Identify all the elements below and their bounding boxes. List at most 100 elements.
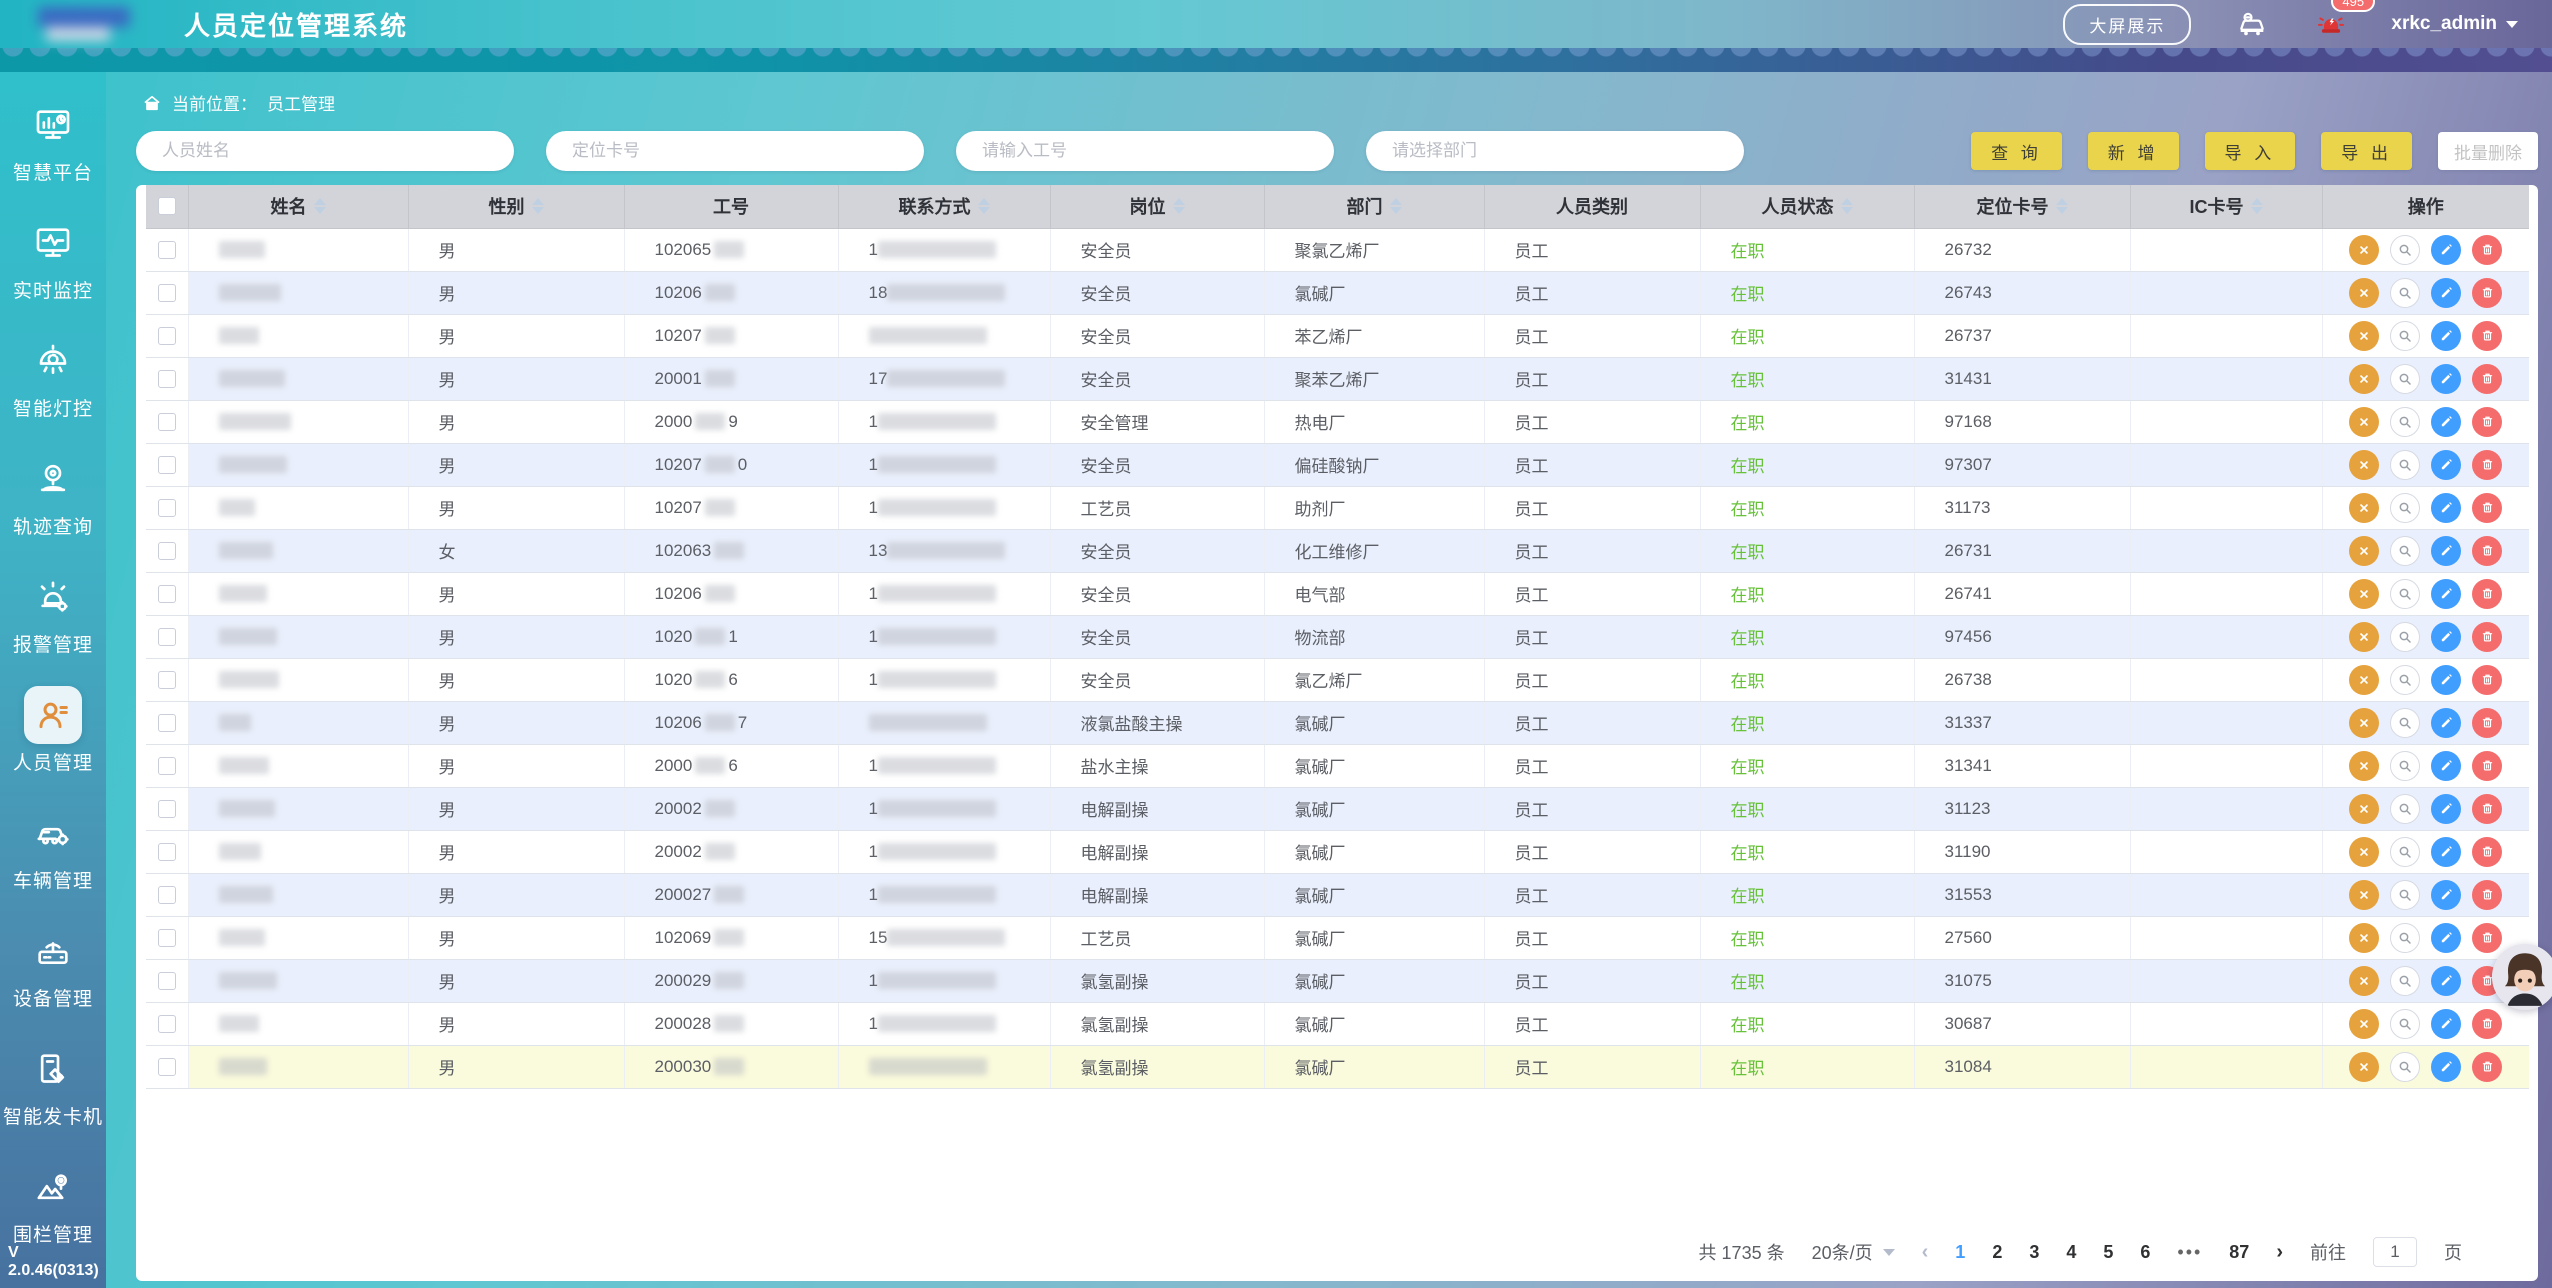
row-checkbox[interactable] xyxy=(158,1058,176,1076)
big-screen-button[interactable]: 大屏展示 xyxy=(2063,4,2191,45)
delete-button delete-icon[interactable] xyxy=(2472,837,2502,867)
disable-button close-icon[interactable] xyxy=(2349,407,2379,437)
table-row[interactable]: 男 20001 17 安全员 聚苯乙烯厂 员工 在职 31431 xyxy=(146,357,2529,400)
row-checkbox[interactable] xyxy=(158,327,176,345)
view-button search-icon[interactable] xyxy=(2390,1009,2420,1039)
view-button search-icon[interactable] xyxy=(2390,536,2420,566)
table-row[interactable]: 男 10201 1 安全员 物流部 员工 在职 97456 xyxy=(146,615,2529,658)
edit-button edit-icon[interactable] xyxy=(2431,235,2461,265)
disable-button close-icon[interactable] xyxy=(2349,1052,2379,1082)
sidebar-item-智能发卡机[interactable]: 智能发卡机 xyxy=(0,1040,106,1129)
assistant-avatar[interactable] xyxy=(2492,944,2552,1010)
sort-icon[interactable] xyxy=(2056,198,2068,214)
disable-button close-icon[interactable] xyxy=(2349,278,2379,308)
sidebar-item-智能灯控[interactable]: 智能灯控 xyxy=(0,332,106,421)
disable-button close-icon[interactable] xyxy=(2349,708,2379,738)
disable-button close-icon[interactable] xyxy=(2349,622,2379,652)
edit-button edit-icon[interactable] xyxy=(2431,837,2461,867)
column-header-性别[interactable]: 性别 xyxy=(408,185,624,228)
sidebar-item-智慧平台[interactable]: 智慧平台 xyxy=(0,96,106,185)
disable-button close-icon[interactable] xyxy=(2349,450,2379,480)
add-button[interactable]: 新 增 xyxy=(2088,132,2179,170)
disable-button close-icon[interactable] xyxy=(2349,966,2379,996)
delete-button delete-icon[interactable] xyxy=(2472,923,2502,953)
next-page-button[interactable]: › xyxy=(2276,1241,2283,1264)
view-button search-icon[interactable] xyxy=(2390,450,2420,480)
table-row[interactable]: 男 10206 1 安全员 电气部 员工 在职 26741 xyxy=(146,572,2529,615)
delete-button delete-icon[interactable] xyxy=(2472,235,2502,265)
page-number-87[interactable]: 87 xyxy=(2229,1242,2249,1263)
delete-button delete-icon[interactable] xyxy=(2472,450,2502,480)
goto-page-input[interactable] xyxy=(2373,1237,2417,1267)
work-id-input[interactable] xyxy=(956,131,1334,171)
row-checkbox[interactable] xyxy=(158,972,176,990)
row-checkbox[interactable] xyxy=(158,585,176,603)
sort-icon[interactable] xyxy=(978,198,990,214)
delete-button delete-icon[interactable] xyxy=(2472,278,2502,308)
view-button search-icon[interactable] xyxy=(2390,407,2420,437)
delete-button delete-icon[interactable] xyxy=(2472,622,2502,652)
table-row[interactable]: 男 10206 1 安全员 氯乙烯厂 员工 在职 26738 xyxy=(146,658,2529,701)
view-button search-icon[interactable] xyxy=(2390,1052,2420,1082)
sort-icon[interactable] xyxy=(1841,198,1853,214)
per-page-select[interactable]: 20条/页 xyxy=(1812,1239,1895,1265)
column-header-人员状态[interactable]: 人员状态 xyxy=(1700,185,1914,228)
page-number-1[interactable]: 1 xyxy=(1955,1242,1965,1263)
row-checkbox[interactable] xyxy=(158,843,176,861)
view-button search-icon[interactable] xyxy=(2390,794,2420,824)
view-button search-icon[interactable] xyxy=(2390,235,2420,265)
row-checkbox[interactable] xyxy=(158,628,176,646)
delete-button delete-icon[interactable] xyxy=(2472,1052,2502,1082)
page-number-5[interactable]: 5 xyxy=(2103,1242,2113,1263)
edit-button edit-icon[interactable] xyxy=(2431,923,2461,953)
row-checkbox[interactable] xyxy=(158,241,176,259)
edit-button edit-icon[interactable] xyxy=(2431,321,2461,351)
delete-button delete-icon[interactable] xyxy=(2472,794,2502,824)
view-button search-icon[interactable] xyxy=(2390,665,2420,695)
disable-button close-icon[interactable] xyxy=(2349,321,2379,351)
sidebar-item-车辆管理[interactable]: 车辆管理 xyxy=(0,804,106,893)
table-row[interactable]: 女 102063 13 安全员 化工维修厂 员工 在职 26731 xyxy=(146,529,2529,572)
disable-button close-icon[interactable] xyxy=(2349,1009,2379,1039)
disable-button close-icon[interactable] xyxy=(2349,579,2379,609)
disable-button close-icon[interactable] xyxy=(2349,923,2379,953)
view-button search-icon[interactable] xyxy=(2390,923,2420,953)
edit-button edit-icon[interactable] xyxy=(2431,364,2461,394)
page-number-6[interactable]: 6 xyxy=(2140,1242,2150,1263)
delete-button delete-icon[interactable] xyxy=(2472,321,2502,351)
row-checkbox[interactable] xyxy=(158,1015,176,1033)
table-row[interactable]: 男 10206 18 安全员 氯碱厂 员工 在职 26743 xyxy=(146,271,2529,314)
row-checkbox[interactable] xyxy=(158,370,176,388)
table-row[interactable]: 男 20009 1 安全管理 热电厂 员工 在职 97168 xyxy=(146,400,2529,443)
disable-button close-icon[interactable] xyxy=(2349,880,2379,910)
table-row[interactable]: 男 20002 1 电解副操 氯碱厂 员工 在职 31190 xyxy=(146,830,2529,873)
delete-button delete-icon[interactable] xyxy=(2472,708,2502,738)
row-checkbox[interactable] xyxy=(158,542,176,560)
delete-button delete-icon[interactable] xyxy=(2472,1009,2502,1039)
page-number-4[interactable]: 4 xyxy=(2066,1242,2076,1263)
view-button search-icon[interactable] xyxy=(2390,751,2420,781)
disable-button close-icon[interactable] xyxy=(2349,837,2379,867)
edit-button edit-icon[interactable] xyxy=(2431,407,2461,437)
edit-button edit-icon[interactable] xyxy=(2431,493,2461,523)
edit-button edit-icon[interactable] xyxy=(2431,880,2461,910)
table-row[interactable]: 男 102070 1 安全员 偏硅酸钠厂 员工 在职 97307 xyxy=(146,443,2529,486)
edit-button edit-icon[interactable] xyxy=(2431,794,2461,824)
user-menu[interactable]: xrkc_admin xyxy=(2391,13,2518,35)
table-row[interactable]: 男 200028 1 氯氢副操 氯碱厂 员工 在职 30687 xyxy=(146,1002,2529,1045)
sort-icon[interactable] xyxy=(314,198,326,214)
table-row[interactable]: 男 102069 15 工艺员 氯碱厂 员工 在职 27560 xyxy=(146,916,2529,959)
table-row[interactable]: 男 200027 1 电解副操 氯碱厂 员工 在职 31553 xyxy=(146,873,2529,916)
sidebar-item-报警管理[interactable]: 报警管理 xyxy=(0,568,106,657)
select-all-checkbox[interactable] xyxy=(158,197,176,215)
locator-card-input[interactable] xyxy=(546,131,924,171)
table-row[interactable]: 男 102065 1 安全员 聚氯乙烯厂 员工 在职 26732 xyxy=(146,228,2529,271)
column-header-姓名[interactable]: 姓名 xyxy=(188,185,408,228)
disable-button close-icon[interactable] xyxy=(2349,493,2379,523)
edit-button edit-icon[interactable] xyxy=(2431,1052,2461,1082)
row-checkbox[interactable] xyxy=(158,671,176,689)
view-button search-icon[interactable] xyxy=(2390,364,2420,394)
department-select[interactable] xyxy=(1366,131,1744,171)
view-button search-icon[interactable] xyxy=(2390,321,2420,351)
sort-icon[interactable] xyxy=(532,198,544,214)
